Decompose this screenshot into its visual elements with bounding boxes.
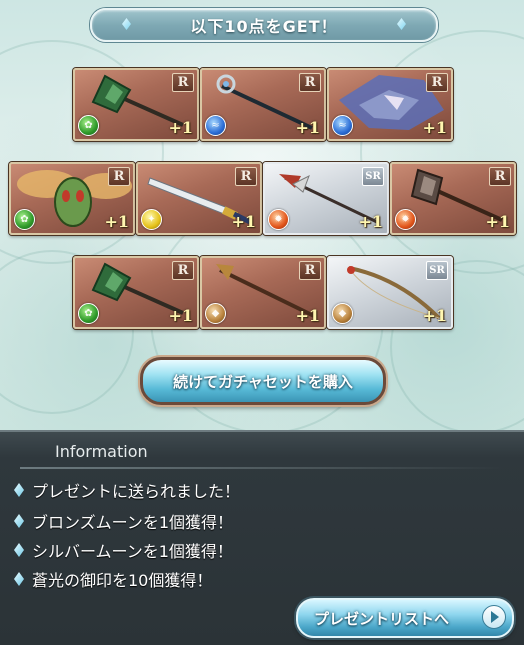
info-message: プレゼントに送られました！ [14,478,240,502]
rarity-badge: SR [362,167,384,186]
present-list-label: プレゼントリストへ [314,609,450,628]
rarity-badge: R [489,167,511,186]
gem-bullet-icon [14,514,24,528]
rarity-badge: SR [426,261,448,280]
quantity-label: +1 [295,306,320,325]
quantity-label: +1 [104,212,129,231]
info-message: 蒼光の御印を10個獲得！ [14,567,212,591]
buy-again-label: 続けてガチャセットを購入 [173,372,353,391]
wind-element-icon: ✿ [78,303,99,324]
gem-icon [397,18,406,30]
fire-element-icon: ✹ [395,209,416,230]
wind-element-icon: ✿ [14,209,35,230]
get-banner: 以下10点をGET！ [90,8,438,42]
buy-again-button[interactable]: 続けてガチャセットを購入 [140,357,386,405]
rarity-badge: R [172,261,194,280]
divider [20,467,504,469]
info-message-text: ブロンズムーンを1個獲得！ [32,513,234,532]
banner-title: 以下10点をGET！ [190,17,338,36]
info-message: シルバームーンを1個獲得！ [14,538,233,562]
quantity-label: +1 [231,212,256,231]
info-message-text: 蒼光の御印を10個獲得！ [32,571,213,590]
light-element-icon: ✦ [141,209,162,230]
quantity-label: +1 [422,306,447,325]
item-card[interactable]: R ✿ +1 [73,68,199,141]
item-card[interactable]: SR ◆ +1 [327,256,453,329]
water-element-icon: ≈ [332,115,353,136]
info-message: ブロンズムーンを1個獲得！ [14,509,233,533]
quantity-label: +1 [358,212,383,231]
result-background: 以下10点をGET！ R ✿ +1 R ≈ +1 R ≈ +1 R ✿ +1 R… [0,0,524,430]
earth-element-icon: ◆ [332,303,353,324]
rarity-badge: R [299,261,321,280]
item-card[interactable]: R ✹ +1 [390,162,516,235]
item-card[interactable]: R ≈ +1 [327,68,453,141]
info-message-text: シルバームーンを1個獲得！ [32,542,233,561]
quantity-label: +1 [168,306,193,325]
item-card[interactable]: SR ✹ +1 [263,162,389,235]
rarity-badge: R [426,73,448,92]
present-list-button[interactable]: プレゼントリストへ [296,598,514,638]
information-title: Information [55,442,148,461]
gem-bullet-icon [14,572,24,586]
arrow-right-icon [482,605,506,629]
quantity-label: +1 [422,118,447,137]
rarity-badge: R [235,167,257,186]
wind-element-icon: ✿ [78,115,99,136]
quantity-label: +1 [485,212,510,231]
rarity-badge: R [172,73,194,92]
gem-bullet-icon [14,483,24,497]
quantity-label: +1 [168,118,193,137]
item-card[interactable]: R ◆ +1 [200,256,326,329]
rarity-badge: R [108,167,130,186]
item-card[interactable]: R ≈ +1 [200,68,326,141]
earth-element-icon: ◆ [205,303,226,324]
item-card[interactable]: R ✿ +1 [73,256,199,329]
item-card[interactable]: R ✿ +1 [9,162,135,235]
item-card[interactable]: R ✦ +1 [136,162,262,235]
quantity-label: +1 [295,118,320,137]
water-element-icon: ≈ [205,115,226,136]
gem-bullet-icon [14,543,24,557]
fire-element-icon: ✹ [268,209,289,230]
rarity-badge: R [299,73,321,92]
info-message-text: プレゼントに送られました！ [32,482,241,501]
gem-icon [122,18,131,30]
